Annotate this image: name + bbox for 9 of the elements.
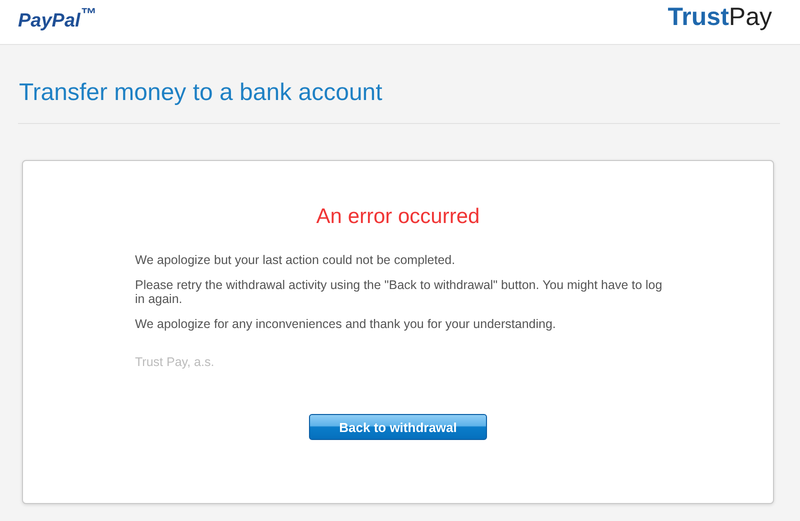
message-text: We apologize but your last action could not be completed. [135,253,456,267]
back-to-withdrawal-button[interactable]: Back to withdrawal [309,414,487,440]
paypal-logo: PayPal$^{™}$ [18,6,96,32]
error-title: An error occurred [316,205,480,229]
trustpay-logo: TrustPay [668,3,772,32]
message-text: We apologize for any inconveniences and thank you for your understanding. [135,317,557,331]
signature-text: Trust Pay, a.s. [135,355,216,369]
message-text: Please retry the withdrawal activity using the "Back to withdrawal" button. You might have to log in again. [135,278,663,306]
page-title: Transfer money to a bank account [18,78,384,108]
